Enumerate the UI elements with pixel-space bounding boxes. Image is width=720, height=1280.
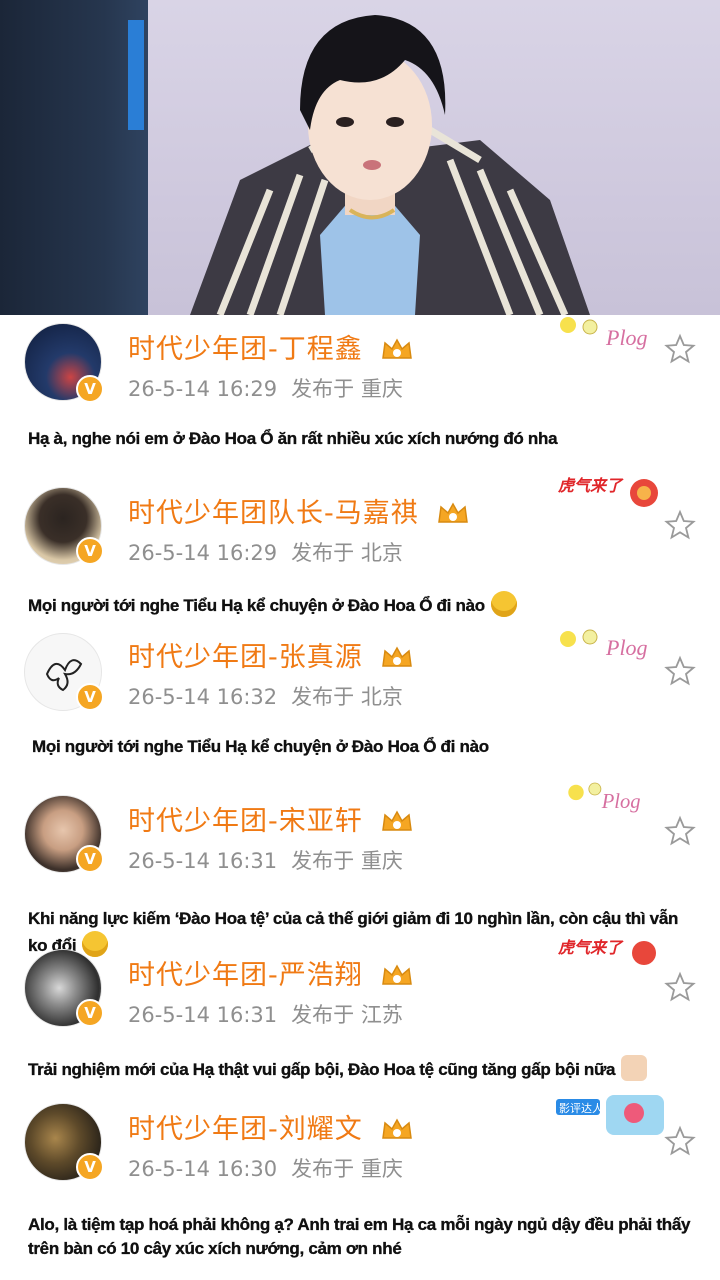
post-meta: 26-5-14 16:31 发布于 重庆 bbox=[128, 849, 403, 873]
verified-badge-icon: V bbox=[76, 537, 104, 565]
film-critic-sticker-icon: 影评达人 bbox=[556, 1095, 664, 1135]
post-meta: 26-5-14 16:29 发布于 北京 bbox=[128, 541, 403, 565]
username[interactable]: 时代少年团-宋亚轩 bbox=[128, 799, 414, 838]
star-icon[interactable] bbox=[664, 815, 696, 847]
crown-icon bbox=[382, 810, 413, 831]
laughing-emoji-icon bbox=[490, 591, 517, 617]
post-item: V 时代少年团队长-马嘉祺 26-5-14 16:29 发布于 北京 虎气来了 M… bbox=[0, 475, 720, 625]
photo-background-panel bbox=[0, 0, 148, 315]
crown-icon bbox=[382, 338, 413, 359]
plog-sticker-icon: Plog bbox=[568, 782, 641, 813]
verified-badge-icon: V bbox=[76, 375, 104, 403]
post-caption: Trải nghiệm mới của Hạ thật vui gấp bội,… bbox=[28, 1055, 698, 1082]
post-meta: 26-5-14 16:31 发布于 江苏 bbox=[128, 1003, 403, 1027]
post-item: V 时代少年团-严浩翔 26-5-14 16:31 发布于 江苏 虎气来了 Trả… bbox=[0, 938, 720, 1095]
plog-sticker-icon: Plog bbox=[560, 317, 648, 350]
svg-text:Plog: Plog bbox=[605, 325, 648, 350]
post-item: V 时代少年团-张真源 26-5-14 16:32 发布于 北京 Plog Mọi… bbox=[0, 625, 720, 785]
post-caption: Alo, là tiệm tạp hoá phải không ạ? Anh t… bbox=[28, 1215, 691, 1258]
post-meta: 26-5-14 16:30 发布于 重庆 bbox=[128, 1157, 403, 1181]
tiger-sticker-icon: 虎气来了 bbox=[557, 476, 658, 507]
tiger-sticker-icon: 虎气来了 bbox=[557, 938, 656, 965]
star-icon[interactable] bbox=[664, 655, 696, 687]
header-photo bbox=[0, 0, 720, 315]
crown-icon bbox=[438, 502, 469, 523]
post-meta: 26-5-14 16:29 发布于 重庆 bbox=[128, 377, 403, 401]
post-item: V 时代少年团-刘耀文 26-5-14 16:30 发布于 重庆 影评达人 Alo… bbox=[0, 1095, 720, 1280]
username[interactable]: 时代少年团-张真源 bbox=[128, 635, 414, 674]
post-caption: Mọi người tới nghe Tiểu Hạ kể chuyện ở Đ… bbox=[28, 591, 698, 618]
crown-icon bbox=[382, 1118, 413, 1139]
verified-badge-icon: V bbox=[76, 999, 104, 1027]
post-caption: Hạ à, nghe nói em ở Đào Hoa Ổ ăn rất nhi… bbox=[28, 429, 558, 448]
post-caption: Mọi người tới nghe Tiểu Hạ kể chuyện ở Đ… bbox=[32, 737, 489, 756]
star-icon[interactable] bbox=[664, 333, 696, 365]
verified-badge-icon: V bbox=[76, 845, 104, 873]
verified-badge-icon: V bbox=[76, 683, 104, 711]
plog-sticker-icon: Plog bbox=[560, 629, 648, 660]
svg-text:影评达人: 影评达人 bbox=[559, 1102, 603, 1115]
star-icon[interactable] bbox=[664, 509, 696, 541]
username[interactable]: 时代少年团队长-马嘉祺 bbox=[128, 491, 470, 530]
crown-icon bbox=[382, 646, 413, 667]
username[interactable]: 时代少年团-严浩翔 bbox=[128, 953, 414, 992]
crown-icon bbox=[382, 964, 413, 985]
svg-text:Plog: Plog bbox=[605, 635, 648, 660]
post-item: V 时代少年团-丁程鑫 26-5-14 16:29 发布于 重庆 Plog Hạ … bbox=[0, 315, 720, 465]
star-icon[interactable] bbox=[664, 1125, 696, 1157]
star-icon[interactable] bbox=[664, 971, 696, 1003]
svg-text:虎气来了: 虎气来了 bbox=[557, 938, 624, 957]
post-meta: 26-5-14 16:32 发布于 北京 bbox=[128, 685, 403, 709]
verified-badge-icon: V bbox=[76, 1153, 104, 1181]
post-item: V 时代少年团-宋亚轩 26-5-14 16:31 发布于 重庆 Plog Khi… bbox=[0, 782, 720, 957]
username[interactable]: 时代少年团-丁程鑫 bbox=[128, 327, 414, 366]
username[interactable]: 时代少年团-刘耀文 bbox=[128, 1107, 414, 1146]
comment-feed: V 时代少年团-丁程鑫 26-5-14 16:29 发布于 重庆 Plog Hạ … bbox=[0, 315, 720, 1280]
thumbs-up-emoji-icon bbox=[621, 1055, 648, 1081]
svg-text:虎气来了: 虎气来了 bbox=[557, 476, 624, 495]
person-photo-illustration bbox=[190, 15, 590, 315]
svg-text:Plog: Plog bbox=[601, 791, 641, 813]
